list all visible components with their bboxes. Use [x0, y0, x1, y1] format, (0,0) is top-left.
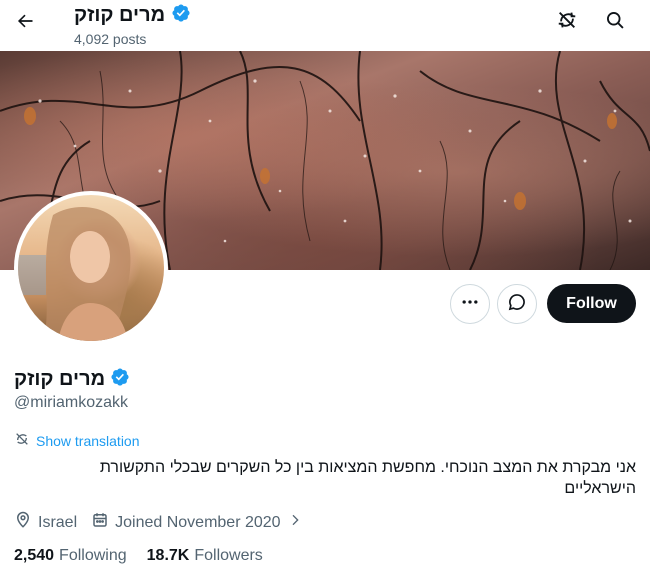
- show-translation-link[interactable]: Show translation: [14, 431, 140, 450]
- joined-date-item[interactable]: Joined November 2020: [91, 511, 302, 534]
- bio-line: הישראליים: [564, 480, 636, 497]
- back-button[interactable]: [8, 6, 42, 40]
- chevron-right-icon: [287, 512, 303, 533]
- following-label: Following: [59, 547, 127, 564]
- avatar-image: [18, 195, 164, 341]
- profile-handle: @miriamkozakk: [14, 394, 129, 411]
- following-link[interactable]: 2,540 Following: [14, 547, 127, 565]
- followers-link[interactable]: 18.7K Followers: [147, 547, 263, 565]
- more-options-button[interactable]: [450, 284, 490, 324]
- avatar[interactable]: [14, 191, 168, 345]
- top-bar: מרים קוזק 4,092 posts: [0, 0, 650, 51]
- following-count: 2,540: [14, 547, 55, 564]
- joined-text: Joined November 2020: [115, 513, 281, 531]
- search-icon: [605, 10, 625, 35]
- translate-icon: [556, 9, 578, 36]
- profile-name-row: מרים קוזק: [14, 366, 130, 392]
- search-button[interactable]: [598, 5, 632, 39]
- location-item: Israel: [14, 511, 77, 534]
- header-title: מרים קוזק 4,092 posts: [74, 2, 191, 47]
- posts-count: 4,092 posts: [74, 31, 147, 47]
- follow-button[interactable]: Follow: [547, 284, 636, 323]
- followers-label: Followers: [194, 547, 263, 564]
- profile-bio: אני מבקרת את המצב הנוכחי. מחפשת המציאות …: [14, 457, 636, 499]
- message-button[interactable]: [497, 284, 537, 324]
- translate-button[interactable]: [550, 5, 584, 39]
- arrow-left-icon: [15, 11, 35, 36]
- location-text: Israel: [38, 513, 78, 531]
- calendar-icon: [91, 511, 109, 534]
- profile-name: מרים קוזק: [14, 367, 106, 390]
- profile-meta: Israel Joined November 2020: [14, 511, 303, 534]
- header-name: מרים קוזק: [74, 4, 166, 26]
- message-icon: [507, 292, 527, 317]
- more-icon: [460, 292, 480, 317]
- verified-badge-icon[interactable]: [110, 367, 130, 392]
- bio-line: אני מבקרת את המצב הנוכחי. מחפשת המציאות …: [99, 459, 636, 476]
- followers-count: 18.7K: [146, 547, 190, 564]
- show-translation-label: Show translation: [36, 432, 140, 449]
- location-pin-icon: [14, 511, 32, 534]
- follow-stats: 2,540 Following 18.7K Followers: [14, 547, 263, 565]
- verified-badge-icon: [171, 3, 191, 28]
- translate-icon: [14, 431, 30, 450]
